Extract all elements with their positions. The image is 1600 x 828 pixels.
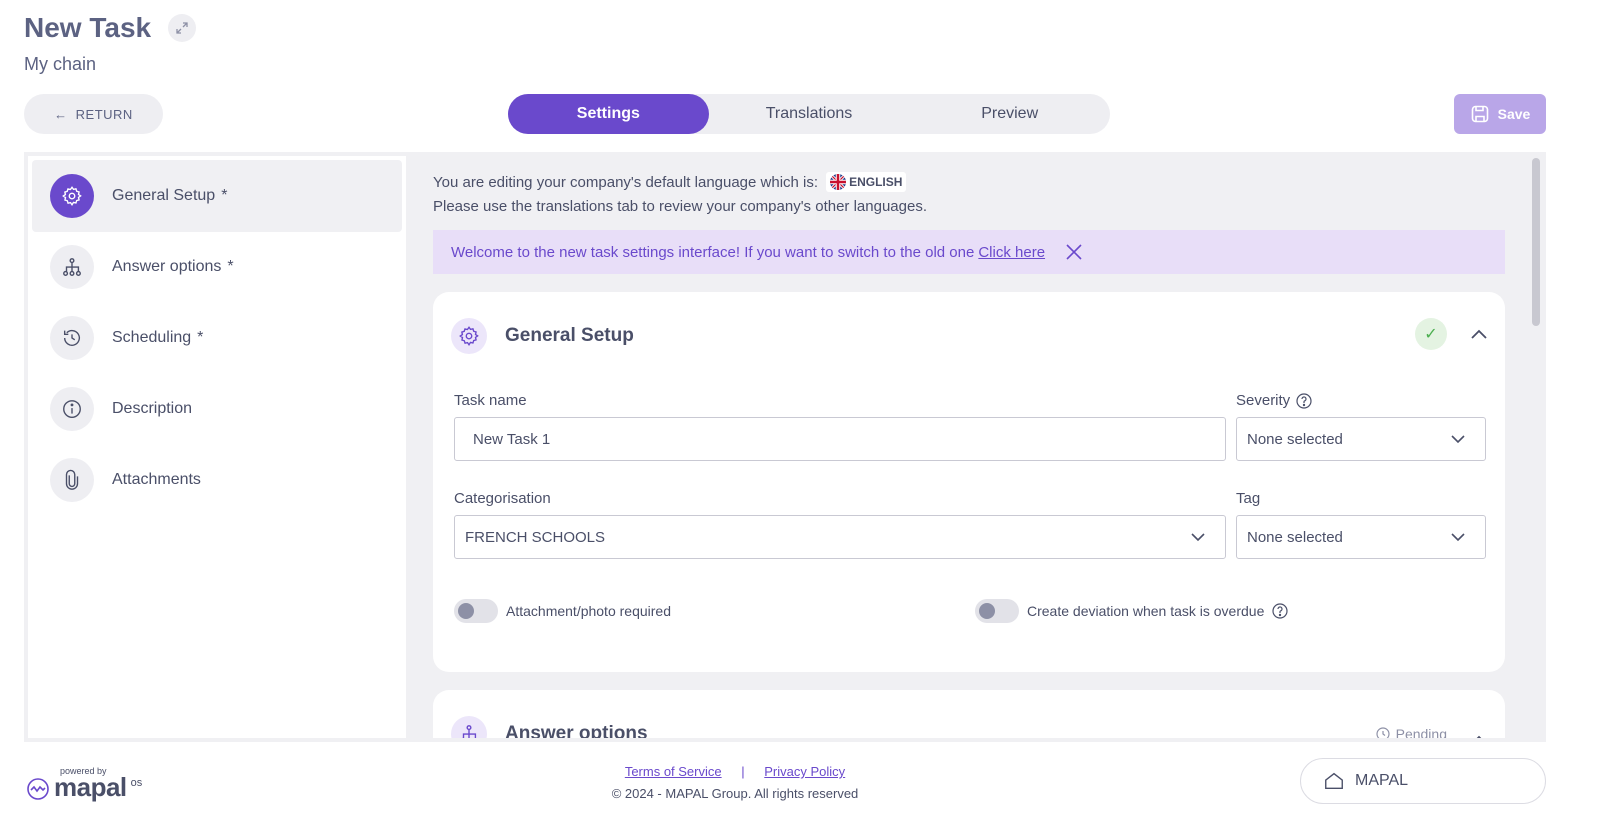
- categorisation-label: Categorisation: [454, 490, 551, 507]
- language-notice-line2: Please use the translations tab to revie…: [433, 198, 927, 215]
- language-name: ENGLISH: [849, 175, 903, 189]
- scrollbar[interactable]: [1530, 156, 1542, 738]
- gear-icon: [451, 318, 487, 354]
- chevron-up-icon[interactable]: [1469, 730, 1489, 738]
- task-name-label: Task name: [454, 392, 527, 409]
- hierarchy-icon: [50, 245, 94, 289]
- severity-label: Severity: [1236, 392, 1291, 409]
- create-deviation-toggle-row: Create deviation when task is overdue: [975, 599, 1288, 623]
- status-label: Pending: [1395, 726, 1447, 738]
- sidebar-item-general-setup[interactable]: General Setup *: [32, 160, 402, 232]
- chevron-down-icon: [1451, 532, 1465, 541]
- footer-links: Terms of Service | Privacy Policy: [0, 764, 1470, 779]
- terms-link[interactable]: Terms of Service: [625, 764, 722, 779]
- create-deviation-toggle[interactable]: [975, 599, 1019, 623]
- help-icon[interactable]: [1296, 392, 1312, 409]
- help-icon[interactable]: [1272, 603, 1288, 619]
- attachment-required-label: Attachment/photo required: [506, 603, 671, 619]
- uk-flag-icon: [830, 174, 847, 190]
- categorisation-select[interactable]: FRENCH SCHOOLS: [454, 515, 1226, 559]
- expand-arrows-icon: [176, 22, 188, 34]
- chevron-down-icon: [1451, 434, 1465, 443]
- sidebar-item-attachments[interactable]: Attachments: [32, 444, 402, 516]
- card-title: Answer options: [505, 723, 648, 738]
- tag-value: None selected: [1247, 528, 1343, 546]
- info-icon: [50, 387, 94, 431]
- general-setup-card: General Setup ✓ Task name New Task 1 Sev…: [433, 292, 1505, 672]
- sidebar-item-answer-options[interactable]: Answer options *: [32, 231, 402, 303]
- pending-status: Pending: [1376, 726, 1447, 738]
- sidebar-item-label: Answer options: [112, 258, 222, 275]
- sidebar: General Setup * Answer options * Schedul…: [28, 156, 406, 738]
- old-interface-link[interactable]: Click here: [978, 244, 1045, 261]
- sidebar-item-scheduling[interactable]: Scheduling *: [32, 302, 402, 374]
- severity-label-group: Severity: [1236, 392, 1312, 409]
- tab-preview[interactable]: Preview: [909, 94, 1110, 134]
- welcome-banner: Welcome to the new task settings interfa…: [433, 230, 1505, 274]
- mapal-button[interactable]: MAPAL: [1300, 758, 1546, 804]
- toggle-knob: [458, 603, 474, 619]
- chevron-up-icon[interactable]: [1469, 324, 1489, 344]
- answer-options-card: Answer options Pending: [433, 690, 1505, 738]
- sidebar-item-label: Description: [112, 400, 193, 417]
- create-deviation-label: Create deviation when task is overdue: [1027, 603, 1265, 619]
- close-icon[interactable]: [1065, 243, 1083, 261]
- card-title: General Setup: [505, 325, 634, 346]
- home-icon: [1325, 772, 1343, 790]
- attachment-required-toggle-row: Attachment/photo required: [454, 599, 671, 623]
- categorisation-value: FRENCH SCHOOLS: [465, 528, 606, 546]
- page-subtitle: My chain: [24, 54, 97, 74]
- task-name-input[interactable]: New Task 1: [454, 417, 1226, 461]
- required-marker: *: [227, 258, 234, 275]
- clock-icon: [1376, 727, 1390, 738]
- attachment-required-toggle[interactable]: [454, 599, 498, 623]
- save-icon: [1471, 105, 1488, 123]
- toggle-knob: [979, 603, 995, 619]
- sidebar-item-description[interactable]: Description: [32, 373, 402, 445]
- banner-text: Welcome to the new task settings interfa…: [451, 243, 975, 261]
- save-label: Save: [1497, 106, 1531, 122]
- settings-content: You are editing your company's default l…: [410, 156, 1530, 738]
- mapal-button-label: MAPAL: [1355, 772, 1409, 789]
- card-header: Answer options: [451, 716, 648, 738]
- return-label: RETURN: [75, 106, 133, 122]
- tab-bar: Settings Translations Preview: [508, 94, 1110, 134]
- sidebar-item-label: Scheduling: [112, 329, 192, 346]
- severity-value: None selected: [1247, 430, 1343, 448]
- footer-separator: |: [741, 764, 745, 779]
- chevron-down-icon: [1191, 532, 1205, 541]
- main-frame: General Setup * Answer options * Schedul…: [24, 152, 1546, 742]
- tag-select[interactable]: None selected: [1236, 515, 1486, 559]
- required-marker: *: [197, 329, 204, 346]
- severity-select[interactable]: None selected: [1236, 417, 1486, 461]
- card-header: General Setup: [451, 318, 634, 354]
- arrow-left-icon: ←: [54, 106, 68, 122]
- sidebar-item-label: General Setup: [112, 187, 216, 204]
- privacy-link[interactable]: Privacy Policy: [764, 764, 845, 779]
- check-icon: ✓: [1415, 318, 1447, 350]
- expand-button[interactable]: [168, 14, 196, 42]
- required-marker: *: [221, 187, 228, 204]
- scrollbar-thumb[interactable]: [1532, 158, 1540, 326]
- return-button[interactable]: ← RETURN: [24, 94, 163, 134]
- language-notice-text: You are editing your company's default l…: [433, 173, 819, 191]
- tab-settings[interactable]: Settings: [508, 94, 709, 134]
- language-badge: ENGLISH: [826, 172, 907, 192]
- history-icon: [50, 316, 94, 360]
- tab-translations[interactable]: Translations: [709, 94, 910, 134]
- sidebar-item-label: Attachments: [112, 471, 201, 488]
- hierarchy-icon: [451, 716, 487, 738]
- save-button[interactable]: Save: [1454, 94, 1546, 134]
- paperclip-icon: [50, 458, 94, 502]
- language-notice: You are editing your company's default l…: [433, 172, 907, 192]
- page-title: New Task: [24, 12, 152, 43]
- tag-label: Tag: [1236, 490, 1261, 507]
- copyright: © 2024 - MAPAL Group. All rights reserve…: [611, 786, 859, 801]
- gear-icon: [50, 174, 94, 218]
